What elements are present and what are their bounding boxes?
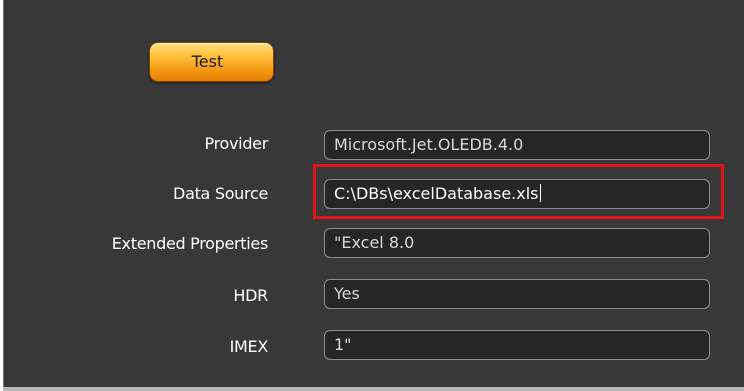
provider-input[interactable]: Microsoft.Jet.OLEDB.4.0 xyxy=(324,130,710,160)
provider-label: Provider xyxy=(204,134,269,153)
extended-properties-label: Extended Properties xyxy=(111,234,269,253)
data-source-value: C:\DBs\excelDatabase.xls xyxy=(334,184,539,203)
hdr-input[interactable]: Yes xyxy=(324,279,710,309)
extended-properties-input[interactable]: "Excel 8.0 xyxy=(324,228,710,258)
window-bottom-border xyxy=(3,387,744,391)
text-caret xyxy=(539,184,541,202)
test-button[interactable]: Test xyxy=(149,42,274,82)
hdr-label: HDR xyxy=(233,286,268,305)
data-source-label: Data Source xyxy=(173,184,268,203)
imex-input[interactable]: 1" xyxy=(324,330,710,360)
data-source-input[interactable]: C:\DBs\excelDatabase.xls xyxy=(324,179,710,209)
imex-label: IMEX xyxy=(229,337,269,356)
